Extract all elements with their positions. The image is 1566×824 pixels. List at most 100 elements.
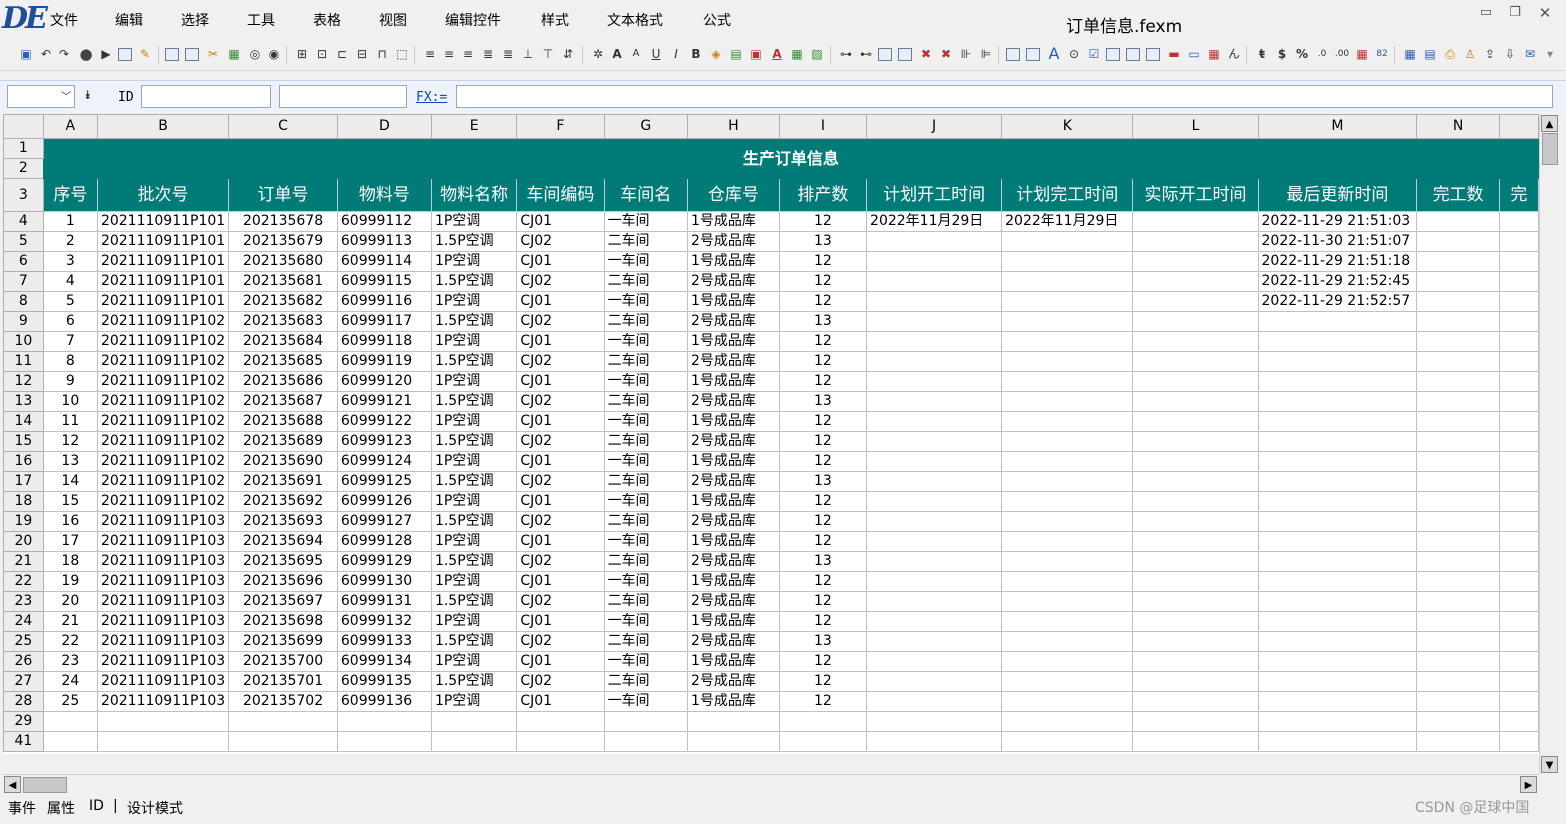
menu-file[interactable]: 文件 <box>50 10 78 30</box>
table-cell[interactable] <box>866 391 1003 412</box>
number-format-icon[interactable]: 82 <box>1374 46 1390 62</box>
table-cell[interactable] <box>866 731 1003 752</box>
table-cell[interactable] <box>1416 251 1500 272</box>
table-cell[interactable] <box>1498 251 1539 272</box>
table-cell[interactable]: 2021110911P103 <box>96 651 230 672</box>
table-cell[interactable] <box>1416 451 1500 472</box>
formula-input[interactable] <box>456 85 1553 108</box>
formula-link[interactable]: FX:= <box>416 90 447 105</box>
table-cell[interactable]: 22 <box>42 631 98 652</box>
table-cell[interactable]: 12 <box>778 671 868 692</box>
table-cell[interactable]: 1.5P空调 <box>430 431 518 452</box>
font-color-icon[interactable]: A <box>769 46 785 62</box>
table-cell[interactable] <box>1132 391 1259 412</box>
table-cell[interactable]: 2021110911P101 <box>96 291 230 312</box>
button-control-icon[interactable] <box>1126 48 1140 61</box>
table-cell[interactable] <box>866 271 1003 292</box>
table-cell[interactable] <box>1001 411 1134 432</box>
column-header[interactable]: M <box>1257 114 1418 139</box>
table-cell[interactable]: 60999134 <box>336 651 432 672</box>
menu-edit[interactable]: 编辑 <box>115 10 143 30</box>
table-cell[interactable] <box>1498 271 1539 292</box>
table-cell[interactable]: 二车间 <box>603 391 689 412</box>
table-cell[interactable] <box>1498 491 1539 512</box>
table-cell[interactable]: CJ01 <box>516 611 605 632</box>
table-cell[interactable]: 2号成品库 <box>687 391 780 412</box>
table-cell[interactable] <box>1416 731 1500 752</box>
table-cell[interactable]: 13 <box>778 231 868 252</box>
restore-icon[interactable]: ❐ <box>1506 6 1524 20</box>
calendar-control-icon[interactable]: ▦ <box>1206 46 1222 62</box>
table-cell[interactable]: 202135700 <box>228 651 338 672</box>
table-cell[interactable] <box>1132 491 1259 512</box>
table-cell[interactable] <box>1132 411 1259 432</box>
table-cell[interactable]: 202135699 <box>228 631 338 652</box>
table-cell[interactable]: 60999114 <box>336 251 432 272</box>
table-cell[interactable]: 16 <box>42 511 98 532</box>
table-cell[interactable]: 60999122 <box>336 411 432 432</box>
table-cell[interactable]: 60999113 <box>336 231 432 252</box>
table-cell[interactable]: 12 <box>42 431 98 452</box>
table-cell[interactable] <box>1132 291 1259 312</box>
table-cell[interactable] <box>866 331 1003 352</box>
table-cell[interactable]: 1号成品库 <box>687 491 780 512</box>
slider-control-icon[interactable]: ▭ <box>1186 46 1202 62</box>
table-cell[interactable] <box>1001 371 1134 392</box>
table-cell[interactable]: 202135680 <box>228 251 338 272</box>
table-cell[interactable] <box>687 711 780 732</box>
table-cell[interactable] <box>1257 331 1418 352</box>
table-cell[interactable]: 2021110911P101 <box>96 211 230 232</box>
border-top-icon[interactable]: ⊓ <box>374 46 390 62</box>
table-cell[interactable]: CJ01 <box>516 651 605 672</box>
table-cell[interactable]: CJ02 <box>516 671 605 692</box>
table-cell[interactable] <box>1416 271 1500 292</box>
table-cell[interactable]: 2021110911P101 <box>96 231 230 252</box>
export-icon[interactable]: ⇪ <box>1482 46 1498 62</box>
table-cell[interactable] <box>866 411 1003 432</box>
table-cell[interactable]: 2021110911P103 <box>96 511 230 532</box>
table-cell[interactable]: 2021110911P103 <box>96 591 230 612</box>
table-cell[interactable] <box>866 651 1003 672</box>
row-header[interactable]: 27 <box>3 671 44 692</box>
print-icon[interactable]: ⎙ <box>1442 46 1458 62</box>
table-cell[interactable] <box>1257 411 1418 432</box>
row-header[interactable]: 5 <box>3 231 44 252</box>
record-icon[interactable]: ● <box>78 46 94 62</box>
table-cell[interactable]: 二车间 <box>603 631 689 652</box>
scroll-down-icon[interactable]: ▼ <box>1541 756 1558 773</box>
table-cell[interactable] <box>866 591 1003 612</box>
table-cell[interactable]: 2022年11月29日 <box>1001 211 1134 232</box>
table-cell[interactable]: 一车间 <box>603 571 689 592</box>
table-cell[interactable]: CJ02 <box>516 511 605 532</box>
table-cell[interactable] <box>1416 311 1500 332</box>
table-cell[interactable] <box>1001 291 1134 312</box>
row-header[interactable]: 17 <box>3 471 44 492</box>
table-cell[interactable]: 1P空调 <box>430 291 518 312</box>
table-cell[interactable]: 13 <box>778 471 868 492</box>
table-cell[interactable] <box>1416 551 1500 572</box>
row-header[interactable]: 10 <box>3 331 44 352</box>
table-cell[interactable]: 60999126 <box>336 491 432 512</box>
table-cell[interactable]: 1P空调 <box>430 571 518 592</box>
table-header-cell[interactable]: 排产数 <box>778 178 868 212</box>
table-cell[interactable]: 202135682 <box>228 291 338 312</box>
scroll-right-icon[interactable]: ▶ <box>1520 776 1537 793</box>
clear-image-icon[interactable]: ▣ <box>748 46 764 62</box>
table-cell[interactable]: 2号成品库 <box>687 351 780 372</box>
align-distribute-icon[interactable]: ≣ <box>500 46 516 62</box>
table-cell[interactable]: 1.5P空调 <box>430 471 518 492</box>
table-cell[interactable] <box>866 711 1003 732</box>
table-header-cell[interactable]: 车间编码 <box>516 178 605 212</box>
table-cell[interactable] <box>1498 711 1539 732</box>
table-cell[interactable]: 一车间 <box>603 651 689 672</box>
cell-reference-select[interactable]: ﹀ <box>7 85 75 108</box>
menu-style[interactable]: 样式 <box>541 10 569 30</box>
row-height-icon[interactable]: ⊫ <box>978 46 994 62</box>
table-cell[interactable]: 一车间 <box>603 411 689 432</box>
table-cell[interactable]: 202135693 <box>228 511 338 532</box>
table-cell[interactable]: 1P空调 <box>430 651 518 672</box>
undo-icon[interactable]: ↶ <box>38 46 54 62</box>
underline-icon[interactable]: U <box>648 46 664 62</box>
table-cell[interactable]: 二车间 <box>603 351 689 372</box>
table-cell[interactable]: 2022年11月29日 <box>866 211 1003 232</box>
